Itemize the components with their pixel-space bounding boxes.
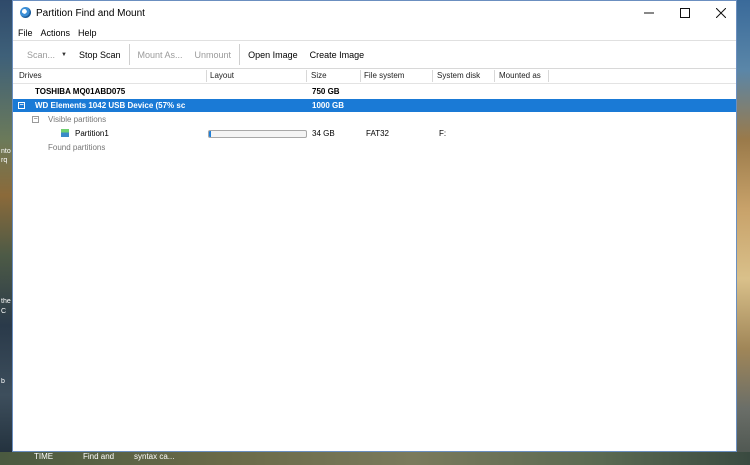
column-header-file-system[interactable]: File system xyxy=(364,71,404,80)
unmount-button[interactable]: Unmount xyxy=(189,41,238,68)
taskbar-item[interactable]: TIME xyxy=(34,452,53,462)
partition-size: 34 GB xyxy=(312,129,335,138)
desktop-background-right xyxy=(737,0,750,465)
partition-system-disk: F: xyxy=(439,129,447,138)
close-icon xyxy=(716,8,726,18)
column-header-system-disk[interactable]: System disk xyxy=(437,71,480,80)
chevron-down-icon[interactable]: ▼ xyxy=(61,52,67,58)
partition-name: Partition1 xyxy=(75,129,109,138)
title-bar[interactable]: Partition Find and Mount xyxy=(13,1,736,25)
stop-scan-button[interactable]: Stop Scan xyxy=(73,41,127,68)
drive-size: 750 GB xyxy=(312,87,340,96)
menu-help[interactable]: Help xyxy=(78,28,97,38)
column-divider[interactable] xyxy=(432,70,433,82)
partition-file-system: FAT32 xyxy=(366,129,389,138)
column-header-mounted-as[interactable]: Mounted as xyxy=(499,71,541,80)
drive-name: WD Elements 1042 USB Device (57% sc xyxy=(35,101,186,110)
toolbar-divider xyxy=(128,44,130,65)
column-divider[interactable] xyxy=(306,70,307,82)
taskbar-item[interactable]: Find and xyxy=(83,452,114,462)
toolbar-divider xyxy=(239,44,241,65)
column-divider[interactable] xyxy=(548,70,549,82)
scan-button[interactable]: Scan... ▼ xyxy=(13,41,73,68)
column-divider[interactable] xyxy=(360,70,361,82)
collapse-icon[interactable]: − xyxy=(18,102,25,109)
table-row[interactable]: Partition1 34 GB FAT32 F: xyxy=(13,127,736,140)
tree-node[interactable]: Found partitions xyxy=(13,141,736,154)
tree-node[interactable]: − Visible partitions xyxy=(13,113,736,126)
group-label: Found partitions xyxy=(48,143,106,152)
column-header-layout[interactable]: Layout xyxy=(210,71,234,80)
column-header-drives[interactable]: Drives xyxy=(19,71,42,80)
maximize-icon xyxy=(680,8,690,18)
open-image-button[interactable]: Open Image xyxy=(242,41,304,68)
mount-as-button[interactable]: Mount As... xyxy=(132,41,189,68)
app-window: Partition Find and Mount File Actions He… xyxy=(12,0,737,452)
menu-bar: File Actions Help xyxy=(13,25,736,40)
taskbar-item[interactable]: syntax ca... xyxy=(134,452,174,462)
window-title: Partition Find and Mount xyxy=(36,8,145,19)
drive-name: TOSHIBA MQ01ABD075 xyxy=(35,87,126,96)
partition-layout-bar xyxy=(208,130,307,138)
app-logo-icon xyxy=(20,7,31,18)
minimize-icon xyxy=(644,12,654,14)
partition-icon xyxy=(61,129,69,137)
table-row[interactable]: TOSHIBA MQ01ABD075 750 GB xyxy=(13,85,736,98)
column-header-size[interactable]: Size xyxy=(311,71,327,80)
close-button[interactable] xyxy=(703,1,739,25)
scan-label: Scan... xyxy=(27,49,56,60)
partition-layout-fill xyxy=(209,131,211,137)
group-label: Visible partitions xyxy=(48,115,107,124)
minimize-button[interactable] xyxy=(631,1,667,25)
toolbar: Scan... ▼ Stop Scan Mount As... Unmount … xyxy=(13,40,736,69)
column-headers: Drives Layout Size File system System di… xyxy=(13,69,736,84)
table-row[interactable]: − WD Elements 1042 USB Device (57% sc 10… xyxy=(13,99,736,112)
column-divider[interactable] xyxy=(494,70,495,82)
maximize-button[interactable] xyxy=(667,1,703,25)
column-divider[interactable] xyxy=(206,70,207,82)
menu-actions[interactable]: Actions xyxy=(41,28,71,38)
collapse-icon[interactable]: − xyxy=(32,116,39,123)
menu-file[interactable]: File xyxy=(18,28,33,38)
drive-size: 1000 GB xyxy=(312,101,345,110)
create-image-button[interactable]: Create Image xyxy=(304,41,371,68)
